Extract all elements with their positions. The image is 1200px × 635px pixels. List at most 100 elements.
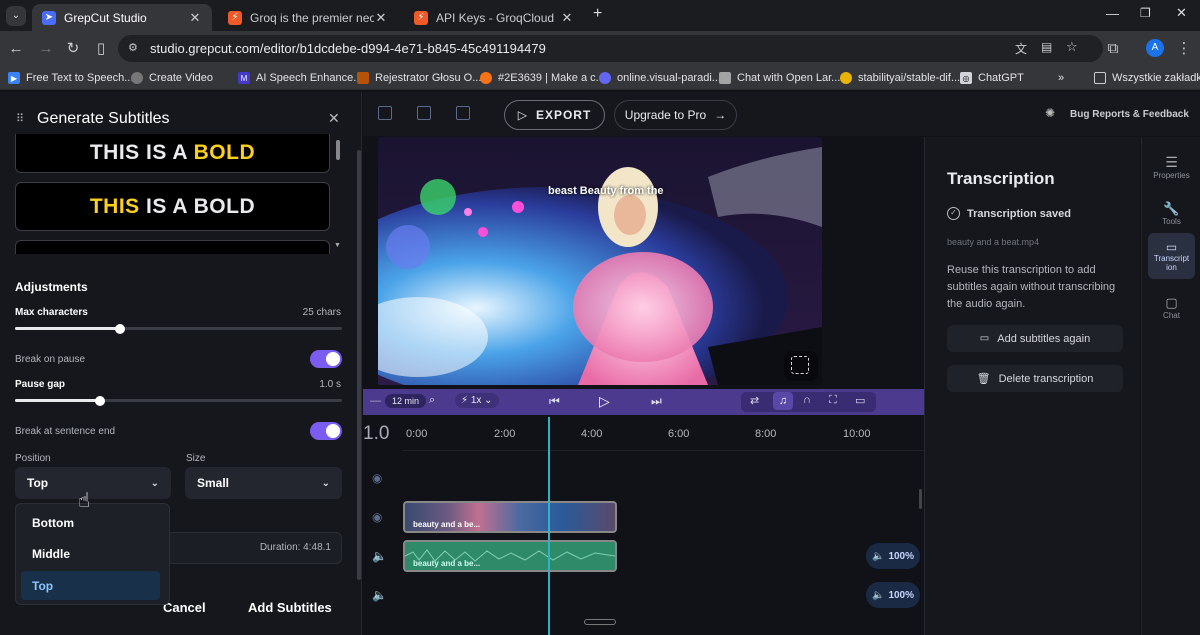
style-preset-2[interactable]: THIS IS A BOLD (15, 182, 330, 231)
rail-properties[interactable]: ☰ Properties (1148, 143, 1195, 191)
bookmark-item[interactable]: ◎ ChatGPT (960, 70, 1024, 86)
speed-select[interactable]: ⚡ 1x ⌄ (455, 393, 499, 408)
track-volume[interactable]: 🔈 100% (866, 543, 920, 569)
sliders-icon: ☰ (1165, 154, 1178, 170)
bookmark-star-icon[interactable]: ☆ (1066, 39, 1078, 55)
rail-transcription[interactable]: ▭ Transcript ion (1148, 233, 1195, 279)
pause-gap-handle[interactable] (95, 396, 106, 406)
upgrade-button[interactable]: Upgrade to Pro → (614, 100, 737, 130)
page-icon[interactable]: ▤ (1041, 40, 1052, 54)
option-top[interactable]: Top (21, 571, 160, 600)
close-icon[interactable]: ✕ (374, 10, 388, 26)
loop-icon[interactable]: ⇄ (750, 394, 759, 407)
back-icon[interactable]: ← (6, 39, 26, 59)
bookmark-item[interactable]: online.visual-paradi... (599, 70, 721, 86)
preset-highlight: THIS (89, 194, 140, 218)
extensions-icon[interactable]: ⧉ (1103, 39, 1123, 59)
ruler-mark: 4:00 (581, 428, 603, 440)
forward-icon[interactable]: → (36, 39, 56, 59)
close-icon[interactable]: ✕ (560, 10, 574, 26)
bookmark-label: #2E3639 | Make a c... (498, 72, 605, 84)
minimize-icon[interactable]: — (1106, 6, 1119, 21)
new-tab-icon[interactable]: + (593, 5, 602, 23)
tab-grepcut[interactable]: ➤ GrepCut Studio ✕ (32, 4, 212, 31)
rail-chat[interactable]: ▢ Chat (1148, 283, 1195, 331)
drag-handle-icon[interactable]: ⠿ (16, 112, 24, 125)
focus-icon[interactable]: ⛶ (829, 394, 837, 407)
restore-icon[interactable]: ❐ (1140, 6, 1151, 20)
close-icon[interactable]: ✕ (328, 110, 340, 127)
size-select[interactable]: Small ⌄ (185, 467, 342, 499)
reload-icon[interactable]: ↻ (63, 39, 83, 59)
add-subtitles-button[interactable]: Add Subtitles (248, 600, 332, 615)
magnet-icon[interactable]: ∩ (803, 394, 811, 406)
tab-search-button[interactable]: ⌄ (6, 6, 26, 26)
menu-icon[interactable]: ⋮ (1174, 39, 1194, 59)
timeline[interactable]: 1.0 0:00 2:00 4:00 6:00 8:00 10:00 ◉ ◉ 🔈… (363, 415, 924, 635)
url-field[interactable]: ⚙ studio.grepcut.com/editor/b1dcdebe-d99… (118, 35, 1103, 62)
close-icon[interactable]: ✕ (188, 10, 202, 26)
volume-value: 100% (888, 589, 915, 601)
tab-groq[interactable]: ⚡ Groq is the premier neocloud fo ✕ (218, 4, 398, 31)
layout-bottom-icon[interactable] (456, 106, 470, 120)
avatar[interactable]: A (1146, 39, 1164, 57)
fullscreen-icon[interactable] (791, 356, 809, 374)
zoom-out-icon[interactable]: — (370, 395, 381, 407)
browser-tab-bar: ⌄ ➤ GrepCut Studio ✕ ⚡ Groq is the premi… (0, 0, 1200, 31)
scroll-down-icon[interactable]: ▼ (334, 242, 341, 249)
play-button[interactable]: ▷ (599, 393, 610, 410)
more-bookmarks-icon[interactable]: » (1058, 70, 1064, 86)
bookmark-item[interactable]: #2E3639 | Make a c... (480, 70, 605, 86)
tab-api-keys[interactable]: ⚡ API Keys - GroqCloud ✕ (404, 4, 584, 31)
all-bookmarks[interactable]: Wszystkie zakładki (1094, 70, 1200, 86)
captions-toggle-icon[interactable]: ▭ (855, 394, 865, 407)
play-icon: ▷ (517, 108, 528, 122)
style-preset-3[interactable] (15, 240, 330, 254)
volume-icon[interactable]: 🔈 (372, 549, 387, 563)
translate-icon[interactable]: 文 (1015, 40, 1027, 57)
break-sentence-toggle[interactable] (310, 422, 342, 440)
bookmark-item[interactable]: Rejestrator Głosu O... (357, 70, 481, 86)
bookmarks-bar: ▶ Free Text to Speech... Create Video M AI… (0, 66, 1200, 90)
zoom-in-icon[interactable]: ⌕ (429, 394, 435, 407)
track-volume[interactable]: 🔈 100% (866, 582, 920, 608)
audio-clip[interactable]: beauty and a be... (403, 540, 617, 572)
break-on-pause-toggle[interactable] (310, 350, 342, 368)
bookmark-item[interactable]: M AI Speech Enhance... (238, 70, 362, 86)
break-on-pause-label: Break on pause (15, 354, 86, 365)
bookmark-item[interactable]: ▶ Free Text to Speech... (8, 70, 133, 86)
playhead[interactable] (548, 417, 550, 635)
side-panel-icon[interactable]: ▯ (91, 39, 111, 59)
scrollbar-thumb[interactable] (336, 140, 340, 160)
timeline-scrollbar[interactable] (919, 489, 922, 509)
window-close-icon[interactable]: ✕ (1176, 5, 1187, 21)
eye-icon[interactable]: ◉ (372, 471, 382, 485)
option-bottom[interactable]: Bottom (21, 508, 160, 537)
bug-reports-link[interactable]: Bug Reports & Feedback (1070, 109, 1189, 120)
volume-icon[interactable]: 🔈 (372, 588, 387, 602)
panel-scrollbar[interactable] (357, 150, 361, 580)
bookmark-item[interactable]: Create Video (131, 70, 213, 86)
style-preset-1[interactable]: THIS IS A BOLD (15, 134, 330, 173)
video-clip[interactable]: beauty and a be... (403, 501, 617, 533)
eye-icon[interactable]: ◉ (372, 510, 382, 524)
position-select[interactable]: Top ⌄ (15, 467, 171, 499)
music-icon[interactable]: ♫ (773, 392, 793, 410)
add-subtitles-again-button[interactable]: ▭ Add subtitles again (947, 325, 1123, 352)
video-preview[interactable]: beast Beauty from the (378, 137, 822, 385)
option-middle[interactable]: Middle (21, 539, 160, 568)
zoom-level[interactable]: 12 min (385, 394, 427, 408)
skip-forward-icon[interactable]: ⏭ (651, 394, 662, 409)
cancel-button[interactable]: Cancel (163, 600, 206, 615)
bookmark-item[interactable]: Chat with Open Lar... (719, 70, 840, 86)
site-info-icon[interactable]: ⚙ (128, 41, 138, 54)
rail-tools[interactable]: 🔧 Tools (1148, 189, 1195, 237)
delete-transcription-button[interactable]: 🗑 Delete transcription (947, 365, 1123, 392)
max-characters-handle[interactable] (114, 324, 125, 334)
layout-left-icon[interactable] (378, 106, 392, 120)
horizontal-scrollbar[interactable] (584, 619, 616, 625)
skip-back-icon[interactable]: ⏮ (549, 394, 560, 409)
export-button[interactable]: ▷ EXPORT (504, 100, 605, 130)
layout-right-icon[interactable] (417, 106, 431, 120)
bookmark-item[interactable]: stabilityai/stable-dif... (840, 70, 960, 86)
